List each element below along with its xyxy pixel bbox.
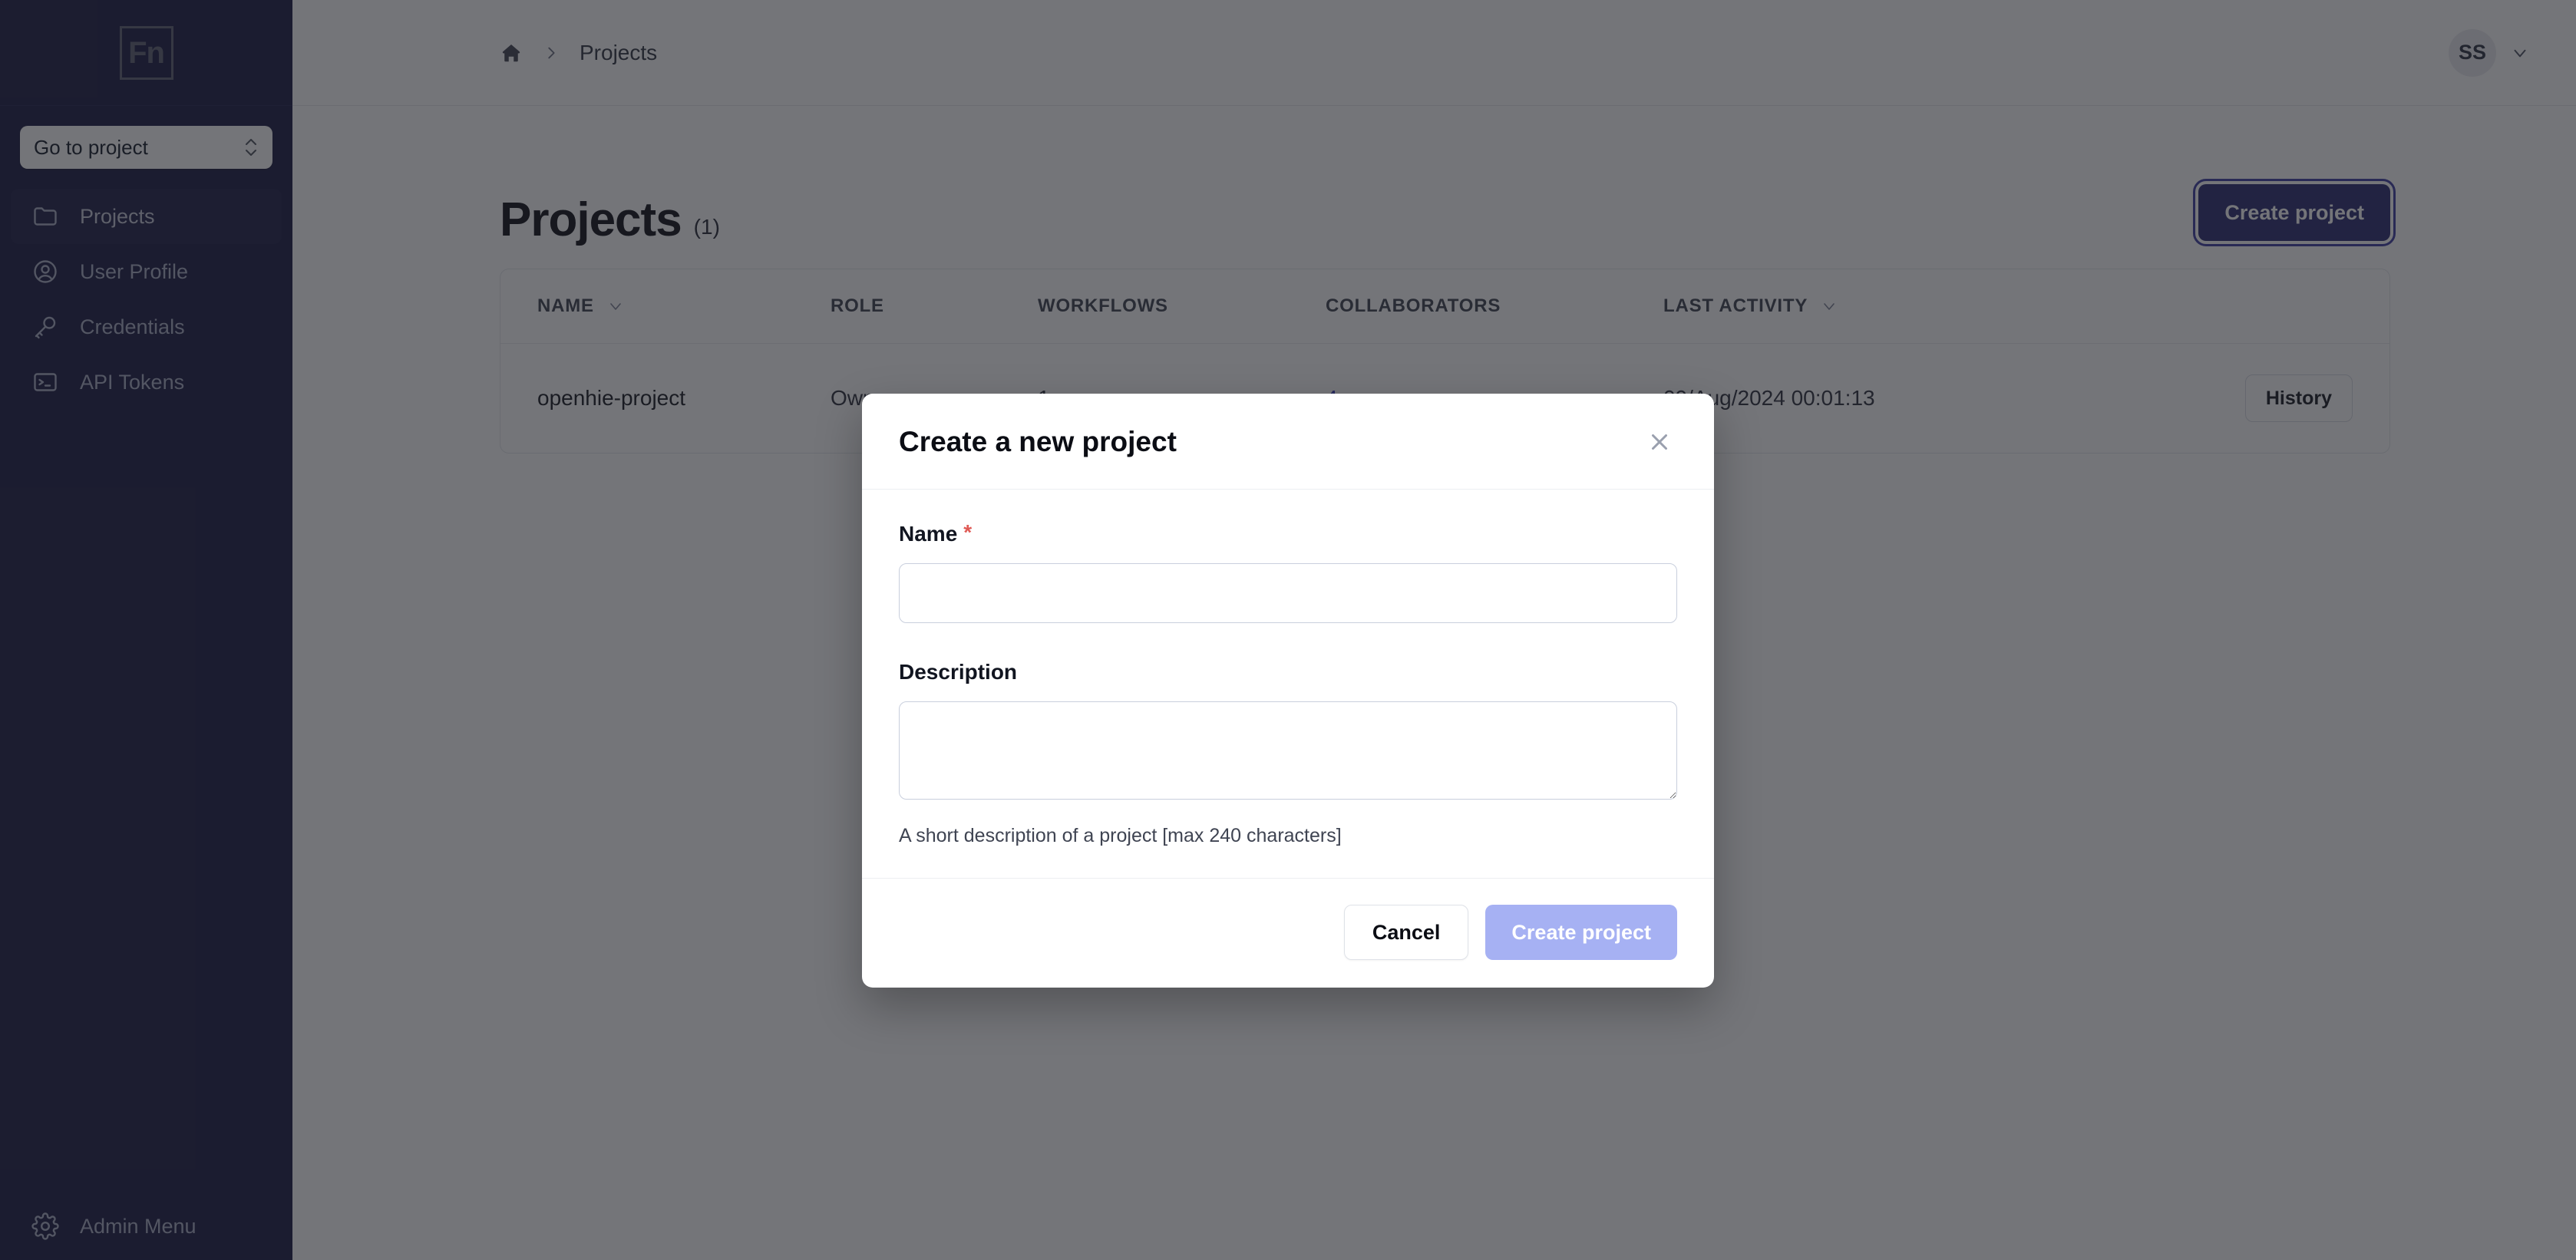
cancel-button[interactable]: Cancel [1343,905,1469,960]
close-icon[interactable] [1642,424,1677,460]
description-field-label: Description [899,660,1677,684]
create-project-modal: Create a new project Name * Description … [862,394,1714,988]
modal-title: Create a new project [899,426,1177,457]
description-label-text: Description [899,660,1018,684]
submit-create-project-button[interactable]: Create project [1485,905,1677,960]
project-name-input[interactable] [899,563,1677,623]
required-marker: * [963,520,973,544]
project-description-textarea[interactable] [899,701,1677,800]
app-root: Fn Go to project Proj [0,0,2576,1260]
field-gap [899,623,1677,660]
name-label-text: Name [899,522,958,546]
modal-header: Create a new project [862,394,1714,490]
modal-body: Name * Description A short description o… [862,490,1714,878]
description-hint: A short description of a project [max 24… [899,825,1342,846]
name-field-label: Name * [899,522,1677,546]
modal-footer: Cancel Create project [862,878,1714,988]
